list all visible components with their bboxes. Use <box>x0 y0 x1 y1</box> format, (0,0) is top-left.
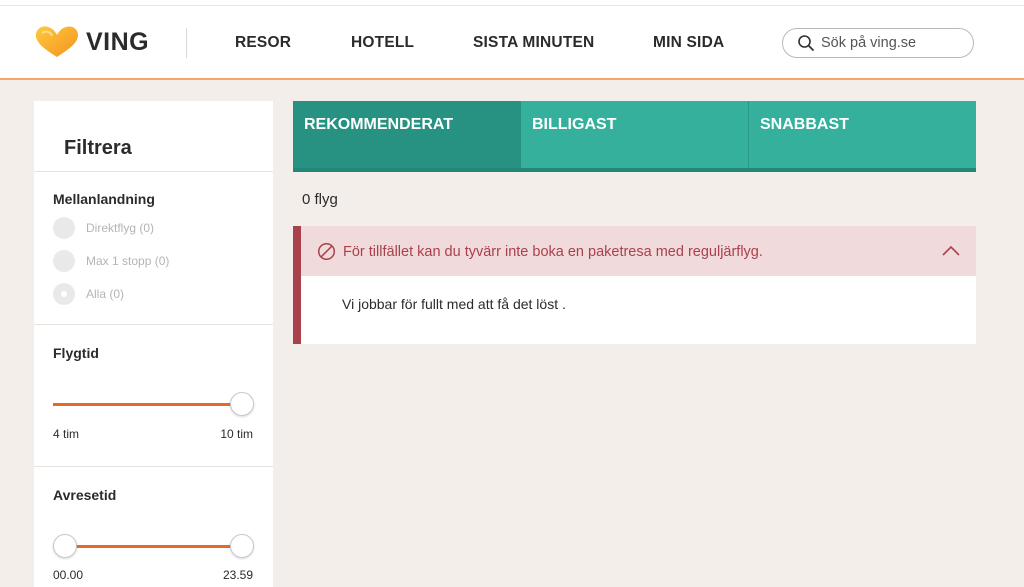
filter-sidebar: Filtrera Mellanlandning Direktflyg (0) M… <box>34 101 273 587</box>
ban-icon <box>317 242 336 261</box>
ving-logo[interactable]: VING <box>34 24 149 60</box>
tabs-underline <box>293 168 976 172</box>
heart-logo-icon <box>35 26 78 57</box>
departure-time-min-label: 00.00 <box>53 568 84 582</box>
alert-header[interactable]: För tillfället kan du tyvärr inte boka e… <box>301 226 976 276</box>
nav-resor[interactable]: RESOR <box>235 34 291 52</box>
stopover-title: Mellanlandning <box>53 191 155 207</box>
tab-rekommenderat[interactable]: REKOMMENDERAT <box>293 101 521 168</box>
tab-billigast[interactable]: BILLIGAST <box>521 101 749 168</box>
departure-time-slider-handle-end[interactable] <box>230 534 254 558</box>
radio-button-selected[interactable] <box>53 283 75 305</box>
nav-min-sida[interactable]: MIN SIDA <box>653 34 724 52</box>
flight-time-title: Flygtid <box>53 345 99 361</box>
search-input[interactable] <box>821 35 961 51</box>
departure-time-slider-handle-start[interactable] <box>53 534 77 558</box>
radio-label: Direktflyg (0) <box>86 221 155 235</box>
search-icon[interactable] <box>797 34 815 52</box>
radio-alla[interactable]: Alla (0) <box>53 283 124 305</box>
departure-time-slider-track[interactable] <box>53 545 242 548</box>
header-top-line <box>0 5 1024 6</box>
nav-sista-minuten[interactable]: SISTA MINUTEN <box>473 34 594 52</box>
departure-time-max-label: 23.59 <box>222 568 253 582</box>
divider <box>34 466 273 467</box>
search-box[interactable] <box>782 28 974 58</box>
radio-label: Max 1 stopp (0) <box>86 254 170 268</box>
result-count: 0 flyg <box>302 191 338 208</box>
alert-accent-bar <box>293 226 301 344</box>
error-alert: För tillfället kan du tyvärr inte boka e… <box>293 226 976 344</box>
flight-time-slider-handle[interactable] <box>230 392 254 416</box>
alert-title: För tillfället kan du tyvärr inte boka e… <box>343 244 763 260</box>
brand-name: VING <box>86 27 150 56</box>
radio-label: Alla (0) <box>86 287 125 301</box>
departure-time-title: Avresetid <box>53 487 117 503</box>
chevron-up-icon[interactable] <box>942 245 960 257</box>
site-header: VING RESOR HOTELL SISTA MINUTEN MIN SIDA <box>0 0 1024 80</box>
tab-snabbast[interactable]: SNABBAST <box>749 101 976 168</box>
divider <box>34 324 273 325</box>
radio-button[interactable] <box>53 250 75 272</box>
radio-direktflyg[interactable]: Direktflyg (0) <box>53 217 154 239</box>
header-divider <box>186 28 187 58</box>
nav-hotell[interactable]: HOTELL <box>351 34 414 52</box>
alert-message: Vi jobbar för fullt med att få det löst … <box>342 296 566 312</box>
flight-time-min-label: 4 tim <box>53 427 80 441</box>
radio-max-1-stopp[interactable]: Max 1 stopp (0) <box>53 250 169 272</box>
flight-time-max-label: 10 tim <box>220 427 253 441</box>
sort-tabs: REKOMMENDERAT BILLIGAST SNABBAST <box>293 101 976 172</box>
filter-title: Filtrera <box>64 137 132 159</box>
radio-button[interactable] <box>53 217 75 239</box>
divider <box>34 171 273 172</box>
flight-time-slider-track[interactable] <box>53 403 242 406</box>
